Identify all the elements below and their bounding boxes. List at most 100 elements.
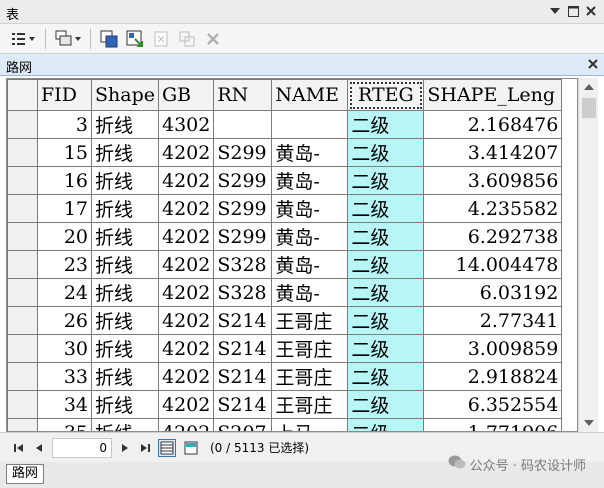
table-cell[interactable]: 23 xyxy=(37,250,92,279)
table-cell[interactable]: 黄岛- xyxy=(271,166,349,195)
table-cell[interactable]: 4202 xyxy=(157,194,215,223)
table-cell[interactable]: S299 xyxy=(213,194,273,223)
previous-record-icon[interactable] xyxy=(32,441,46,455)
tab-road-network[interactable]: 路网 xyxy=(6,464,45,484)
table-cell[interactable]: 3.414207 xyxy=(423,138,563,167)
clear-selection-icon[interactable] xyxy=(150,28,172,50)
select-by-attributes-icon[interactable] xyxy=(98,28,120,50)
table-cell[interactable]: 折线 xyxy=(91,306,159,335)
table-cell[interactable]: 2.77341 xyxy=(423,306,563,335)
maximize-icon[interactable] xyxy=(566,4,580,18)
table-cell[interactable]: 二级 xyxy=(347,362,425,391)
table-row[interactable]: 24 折线 4202 S328 黄岛- 二级 6.03192 xyxy=(7,278,563,307)
column-header[interactable]: SHAPE_Leng xyxy=(423,79,563,111)
first-record-icon[interactable] xyxy=(12,441,26,455)
table-cell[interactable]: 上马 xyxy=(271,418,349,431)
column-header-selected[interactable]: RTEG xyxy=(347,79,425,111)
row-selector[interactable] xyxy=(7,334,38,363)
table-cell[interactable]: 4202 xyxy=(157,306,215,335)
table-cell[interactable]: 黄岛- xyxy=(271,194,349,223)
table-cell[interactable]: 24 xyxy=(37,278,92,307)
table-cell[interactable]: 4202 xyxy=(157,278,215,307)
table-cell[interactable]: S299 xyxy=(213,138,273,167)
table-cell[interactable]: 王哥庄 xyxy=(271,334,349,363)
scroll-thumb[interactable] xyxy=(582,98,596,118)
close-icon[interactable] xyxy=(588,58,598,72)
related-tables-icon[interactable] xyxy=(53,28,83,50)
table-cell[interactable]: 折线 xyxy=(91,194,159,223)
table-row[interactable]: 20 折线 4202 S299 黄岛- 二级 6.292738 xyxy=(7,222,563,251)
table-cell[interactable]: 4202 xyxy=(157,222,215,251)
table-cell[interactable]: 王哥庄 xyxy=(271,306,349,335)
table-cell[interactable]: 2.918824 xyxy=(423,362,563,391)
delete-selected-icon[interactable] xyxy=(202,28,224,50)
scroll-down-icon[interactable] xyxy=(584,420,594,426)
table-row[interactable]: 3 折线 4302 二级 2.168476 xyxy=(7,110,563,139)
table-cell[interactable]: 4202 xyxy=(157,166,215,195)
table-cell[interactable]: 黄岛- xyxy=(271,250,349,279)
row-selector[interactable] xyxy=(7,110,38,139)
table-cell[interactable]: 4302 xyxy=(157,110,215,139)
table-cell[interactable]: 二级 xyxy=(347,222,425,251)
table-row[interactable]: 35折线4202S207上马二级1.771906 xyxy=(7,418,563,431)
table-cell[interactable]: 4202 xyxy=(157,362,215,391)
table-cell[interactable]: 折线 xyxy=(91,110,159,139)
table-cell[interactable]: 王哥庄 xyxy=(271,362,349,391)
table-cell[interactable]: S214 xyxy=(213,362,273,391)
table-cell[interactable]: 4202 xyxy=(157,334,215,363)
column-header[interactable]: RN xyxy=(213,79,273,111)
table-cell[interactable]: 折线 xyxy=(91,250,159,279)
table-cell[interactable]: 二级 xyxy=(347,278,425,307)
table-cell[interactable]: 二级 xyxy=(347,418,425,431)
table-cell[interactable]: 1.771906 xyxy=(423,418,563,431)
table-cell[interactable]: 15 xyxy=(37,138,92,167)
table-cell[interactable]: S299 xyxy=(213,222,273,251)
table-cell[interactable]: 折线 xyxy=(91,418,159,431)
table-row[interactable]: 17 折线 4202 S299 黄岛- 二级 4.235582 xyxy=(7,194,563,223)
table-cell[interactable]: S207 xyxy=(213,418,273,431)
table-cell[interactable]: 折线 xyxy=(91,390,159,419)
table-row[interactable]: 33 折线 4202 S214 王哥庄 二级 2.918824 xyxy=(7,362,563,391)
table-row[interactable]: 34 折线 4202 S214 王哥庄 二级 6.352554 xyxy=(7,390,563,419)
table-cell[interactable]: S299 xyxy=(213,166,273,195)
table-cell[interactable]: 3 xyxy=(37,110,92,139)
table-cell[interactable]: 26 xyxy=(37,306,92,335)
table-cell[interactable]: 35 xyxy=(37,418,92,431)
table-cell[interactable]: 4202 xyxy=(157,250,215,279)
table-cell[interactable]: 17 xyxy=(37,194,92,223)
table-cell[interactable]: 34 xyxy=(37,390,92,419)
table-row[interactable]: 15 折线 4202 S299 黄岛- 二级 3.414207 xyxy=(7,138,563,167)
table-cell[interactable]: 6.03192 xyxy=(423,278,563,307)
current-record-input[interactable]: 0 xyxy=(52,437,112,458)
row-selector[interactable] xyxy=(7,222,38,251)
table-cell[interactable] xyxy=(213,110,273,139)
next-record-icon[interactable] xyxy=(118,441,132,455)
row-selector[interactable] xyxy=(7,194,38,223)
table-cell[interactable]: 折线 xyxy=(91,278,159,307)
row-selector-header[interactable] xyxy=(7,79,38,111)
table-cell[interactable]: 折线 xyxy=(91,362,159,391)
zoom-to-selected-icon[interactable] xyxy=(176,28,198,50)
show-selected-records-icon[interactable] xyxy=(182,439,200,457)
column-header[interactable]: FID xyxy=(37,79,92,111)
table-cell[interactable]: 二级 xyxy=(347,166,425,195)
switch-selection-icon[interactable] xyxy=(124,28,146,50)
table-row[interactable]: 26 折线 4202 S214 王哥庄 二级 2.77341 xyxy=(7,306,563,335)
table-cell[interactable]: 二级 xyxy=(347,306,425,335)
table-row[interactable]: 16 折线 4202 S299 黄岛- 二级 3.609856 xyxy=(7,166,563,195)
table-cell[interactable]: 二级 xyxy=(347,194,425,223)
scroll-up-icon[interactable] xyxy=(584,84,594,90)
table-cell[interactable]: 黄岛- xyxy=(271,138,349,167)
table-cell[interactable]: 4.235582 xyxy=(423,194,563,223)
table-cell[interactable]: 折线 xyxy=(91,138,159,167)
table-cell[interactable]: 14.004478 xyxy=(423,250,563,279)
row-selector[interactable] xyxy=(7,306,38,335)
table-cell[interactable]: S214 xyxy=(213,334,273,363)
table-cell[interactable]: 王哥庄 xyxy=(271,390,349,419)
row-selector[interactable] xyxy=(7,250,38,279)
table-cell[interactable]: 6.292738 xyxy=(423,222,563,251)
table-cell[interactable]: 33 xyxy=(37,362,92,391)
table-cell[interactable]: 二级 xyxy=(347,250,425,279)
table-cell[interactable]: 黄岛- xyxy=(271,222,349,251)
table-cell[interactable]: 二级 xyxy=(347,334,425,363)
